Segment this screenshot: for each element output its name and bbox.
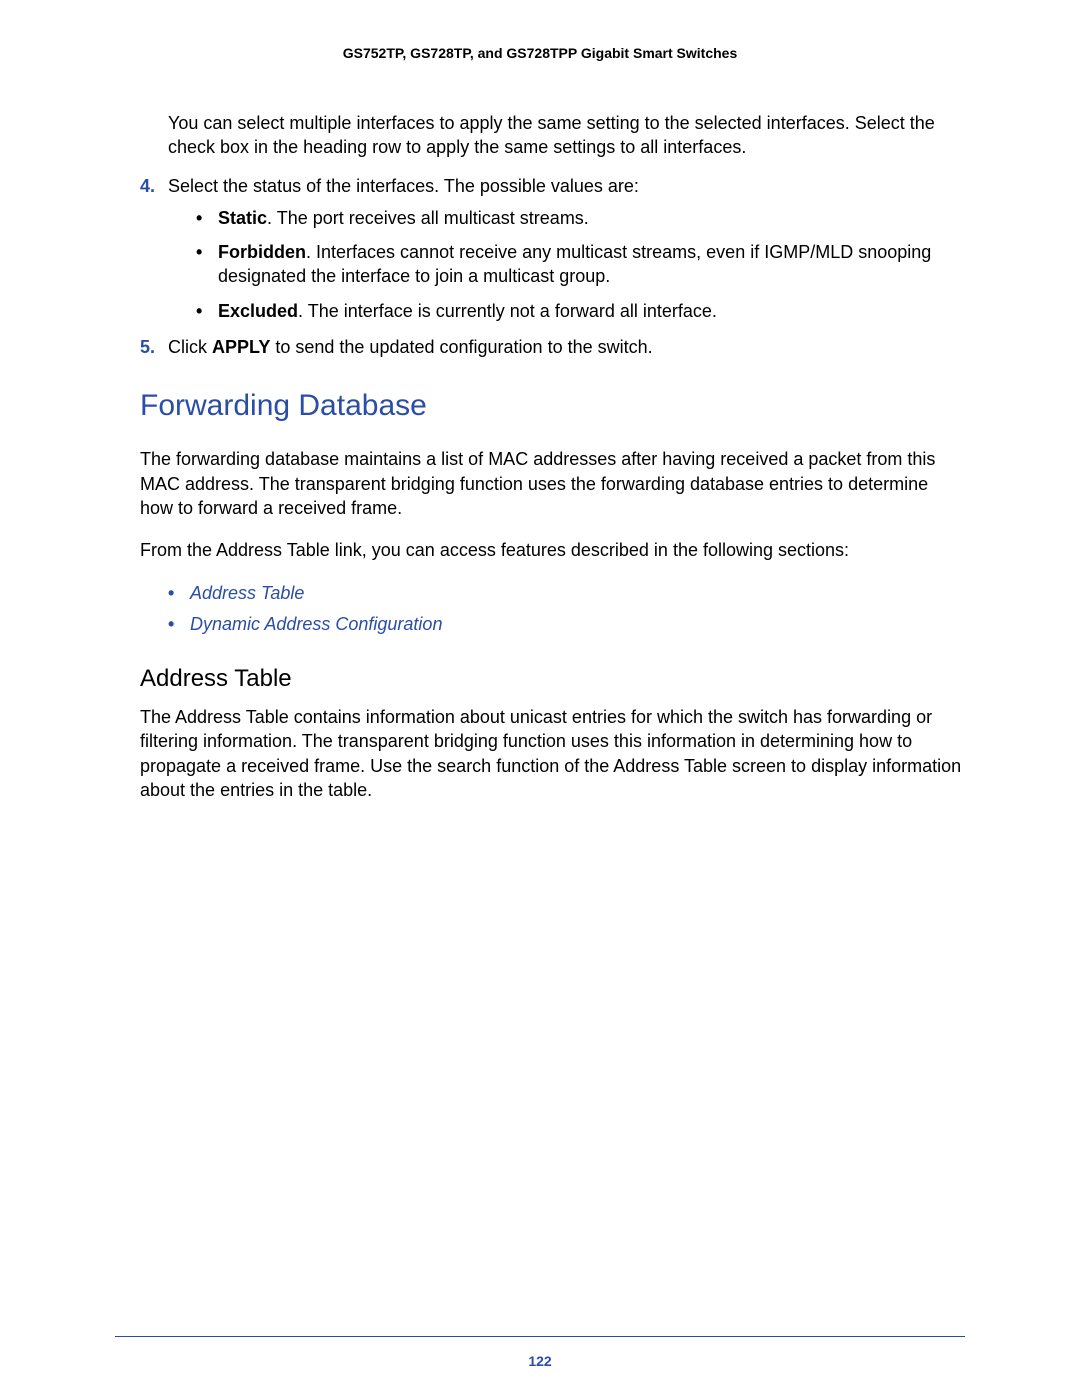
step-5: 5. Click APPLY to send the updated confi… — [140, 335, 965, 359]
link-text: Dynamic Address Configuration — [190, 612, 442, 637]
step-number: 4. — [140, 174, 168, 198]
link-text: Address Table — [190, 581, 304, 606]
step-4: 4. Select the status of the interfaces. … — [140, 174, 965, 198]
bullet-text: Excluded. The interface is currently not… — [218, 299, 965, 323]
step-text: Click APPLY to send the updated configur… — [168, 335, 965, 359]
bullet-excluded: • Excluded. The interface is currently n… — [196, 299, 965, 323]
page-header: GS752TP, GS728TP, and GS728TPP Gigabit S… — [115, 45, 965, 61]
footer-divider — [115, 1336, 965, 1337]
section-links: • Address Table • Dynamic Address Config… — [140, 581, 965, 637]
page-number: 122 — [0, 1353, 1080, 1369]
address-table-paragraph: The Address Table contains information a… — [140, 705, 965, 802]
bullet-icon: • — [196, 240, 218, 289]
link-address-table[interactable]: • Address Table — [168, 581, 965, 606]
document-page: GS752TP, GS728TP, and GS728TPP Gigabit S… — [0, 0, 1080, 1397]
intro-paragraph: You can select multiple interfaces to ap… — [168, 111, 965, 160]
bullet-static: • Static. The port receives all multicas… — [196, 206, 965, 230]
status-values-list: • Static. The port receives all multicas… — [196, 206, 965, 323]
step-number: 5. — [140, 335, 168, 359]
bullet-text: Forbidden. Interfaces cannot receive any… — [218, 240, 965, 289]
bullet-icon: • — [168, 612, 190, 637]
fwd-db-paragraph-1: The forwarding database maintains a list… — [140, 447, 965, 520]
section-heading-forwarding-database: Forwarding Database — [140, 389, 965, 423]
link-dynamic-address-config[interactable]: • Dynamic Address Configuration — [168, 612, 965, 637]
bullet-forbidden: • Forbidden. Interfaces cannot receive a… — [196, 240, 965, 289]
page-content: You can select multiple interfaces to ap… — [115, 111, 965, 802]
subsection-heading-address-table: Address Table — [140, 665, 965, 693]
bullet-text: Static. The port receives all multicast … — [218, 206, 965, 230]
bullet-icon: • — [168, 581, 190, 606]
bullet-icon: • — [196, 206, 218, 230]
fwd-db-paragraph-2: From the Address Table link, you can acc… — [140, 538, 965, 562]
step-text: Select the status of the interfaces. The… — [168, 174, 965, 198]
bullet-icon: • — [196, 299, 218, 323]
